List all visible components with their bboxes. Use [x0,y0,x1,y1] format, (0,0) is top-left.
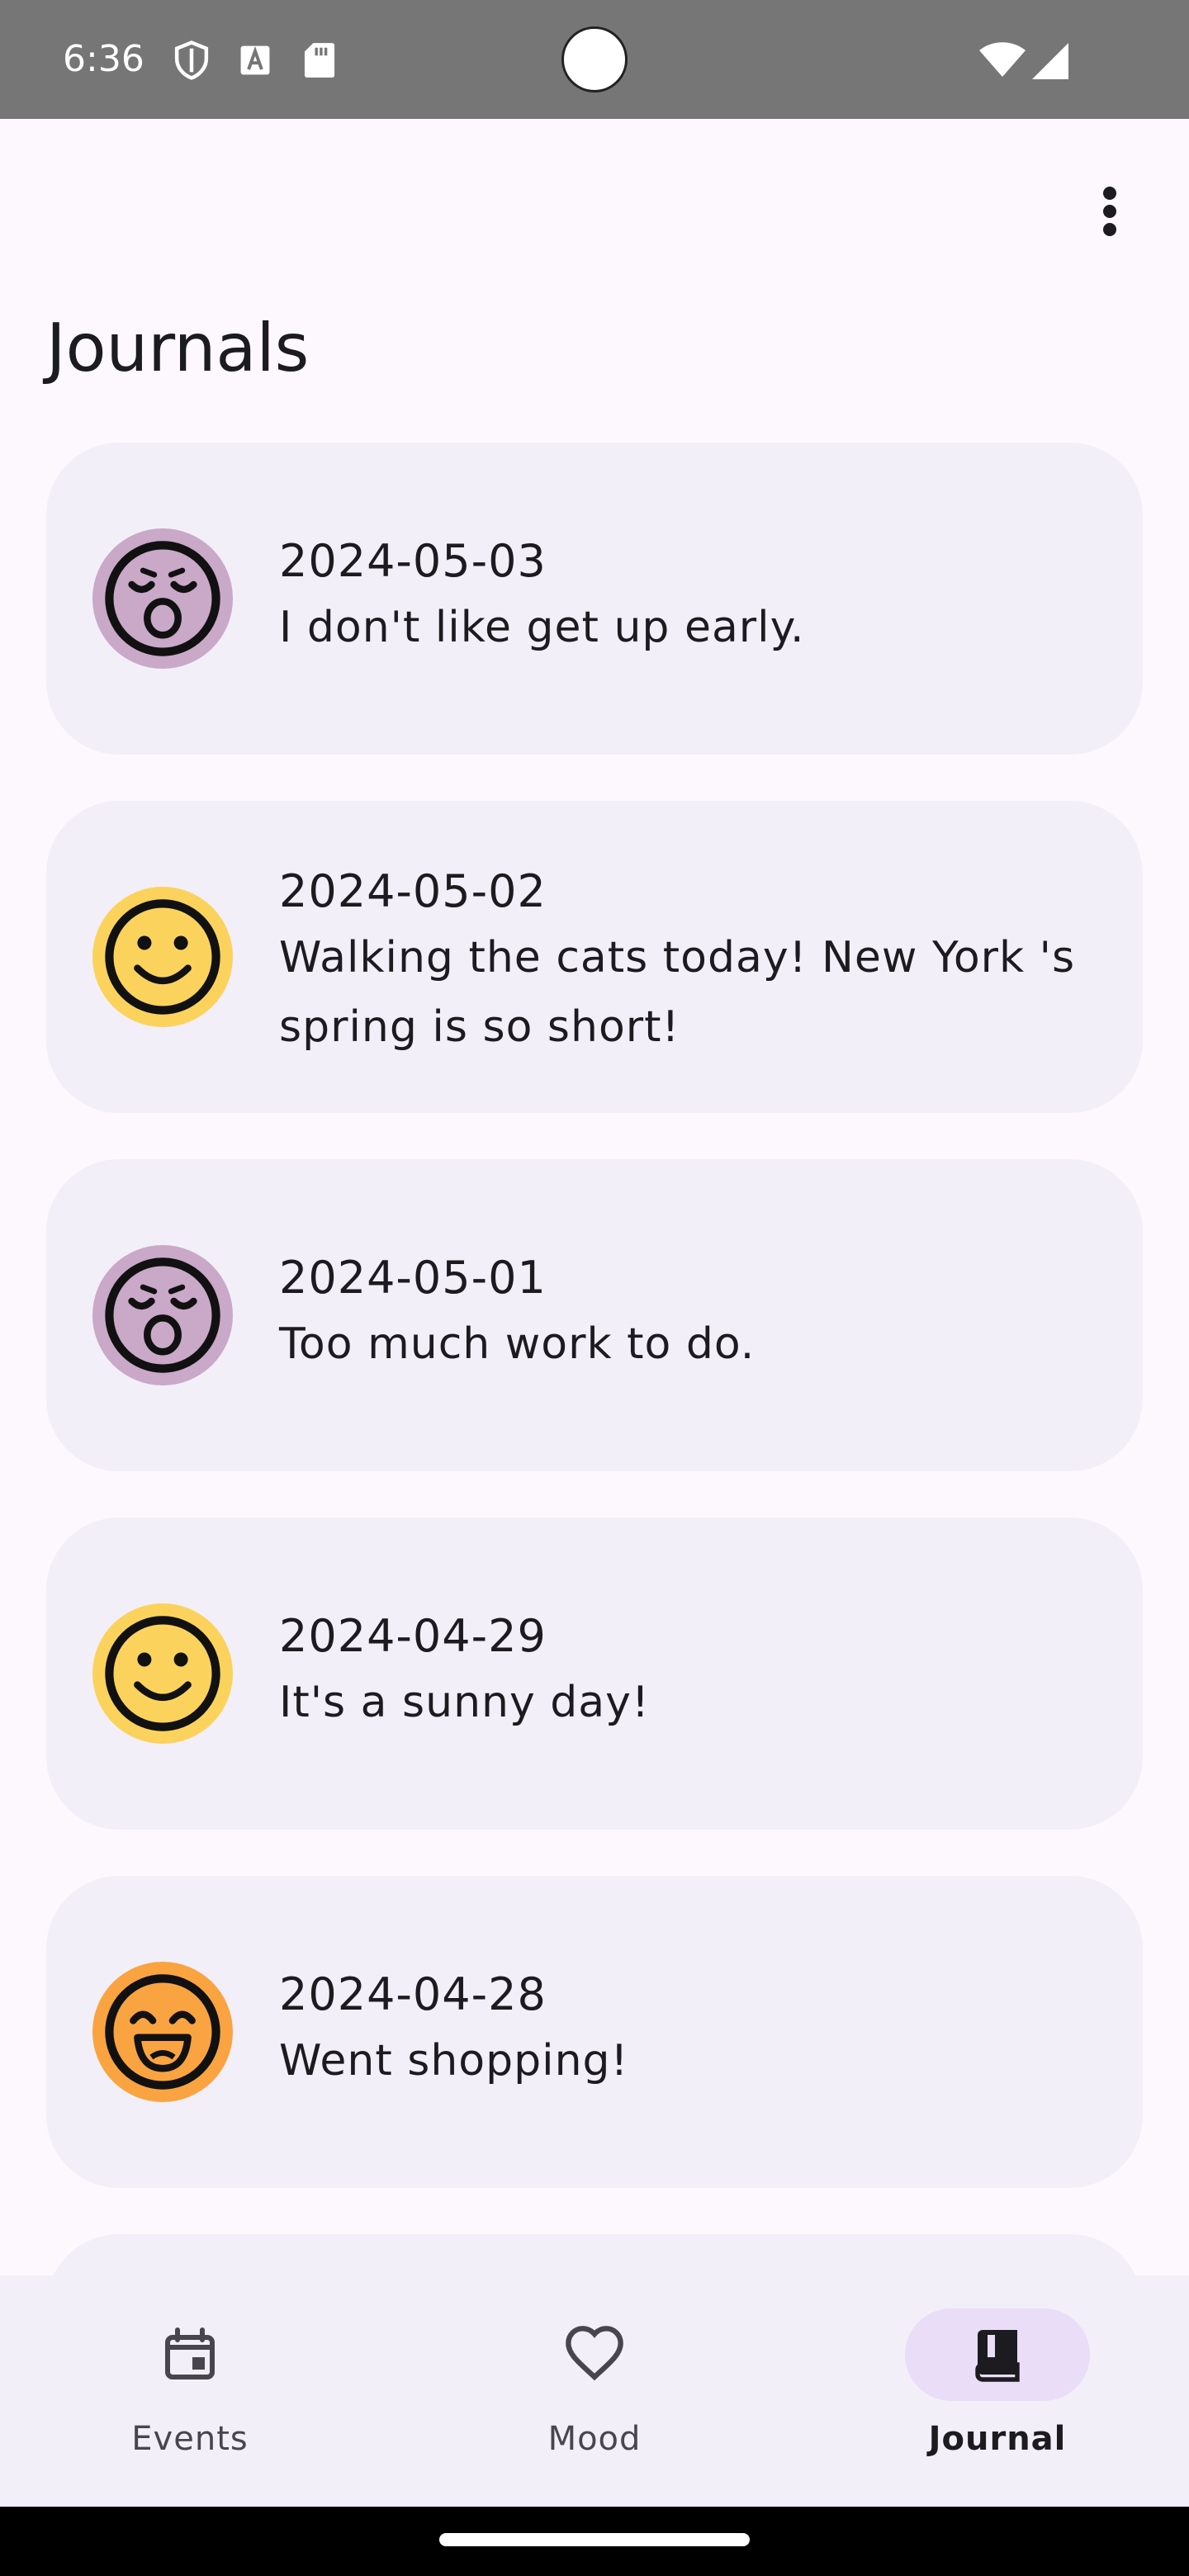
bottom-navigation: Events Mood Journal [0,2275,1189,2507]
more-options-button[interactable] [1077,178,1143,244]
journal-card[interactable]: 2024-04-28 Went shopping! [46,1876,1143,2188]
heart-icon [566,2326,623,2381]
tired-face-icon [92,1245,233,1385]
nav-item-journal[interactable]: Journal [865,2308,1130,2474]
sd-card-icon [304,43,335,78]
book-icon [975,2330,1020,2382]
nav-label-journal: Journal [928,2420,1067,2458]
journal-date: 2024-05-02 [279,865,547,917]
shield-icon [174,40,209,80]
nav-item-events[interactable]: Events [58,2308,322,2474]
journal-date: 2024-05-01 [279,1252,547,1304]
journal-card[interactable]: 2024-05-01 Too much work to do. [46,1159,1143,1471]
status-time: 6:36 [63,38,144,80]
camera-cutout [561,26,628,92]
status-bar: 6:36 [0,0,1189,119]
journal-note: Went shopping! [279,2036,629,2086]
journal-card[interactable]: 2024-05-03 I don't like get up early. [46,443,1143,755]
system-navigation-bar [0,2507,1189,2576]
calendar-icon [165,2327,215,2379]
journal-note: Walking the cats today! New York 's spri… [279,933,1076,1052]
wifi-icon [979,42,1026,77]
journal-note: It's a sunny day! [279,1678,650,1727]
more-vert-icon [1103,187,1116,236]
home-gesture-handle[interactable] [439,2533,750,2546]
journal-card[interactable]: 2024-05-02 Walking the cats today! New Y… [46,801,1143,1113]
signal-icon [1032,43,1068,79]
nav-item-mood[interactable]: Mood [462,2308,727,2474]
nav-label-events: Events [131,2420,249,2458]
nav-active-indicator [905,2308,1090,2401]
laughing-face-icon [92,1962,233,2102]
text-a-icon [240,45,270,75]
tired-face-icon [92,528,233,669]
journal-list[interactable]: 2024-05-03 I don't like get up early. 20… [46,443,1143,2379]
journal-card[interactable]: 2024-04-29 It's a sunny day! [46,1518,1143,1830]
journal-date: 2024-04-29 [279,1610,547,1662]
journal-note: Too much work to do. [279,1319,756,1369]
nav-label-mood: Mood [547,2420,642,2458]
smile-face-icon [92,887,233,1027]
journal-note: I don't like get up early. [279,603,805,652]
page-title: Journals [46,310,310,386]
top-app-bar [0,119,1189,304]
journal-date: 2024-04-28 [279,1968,547,2020]
smile-face-icon [92,1603,233,1744]
journal-date: 2024-05-03 [279,535,547,587]
